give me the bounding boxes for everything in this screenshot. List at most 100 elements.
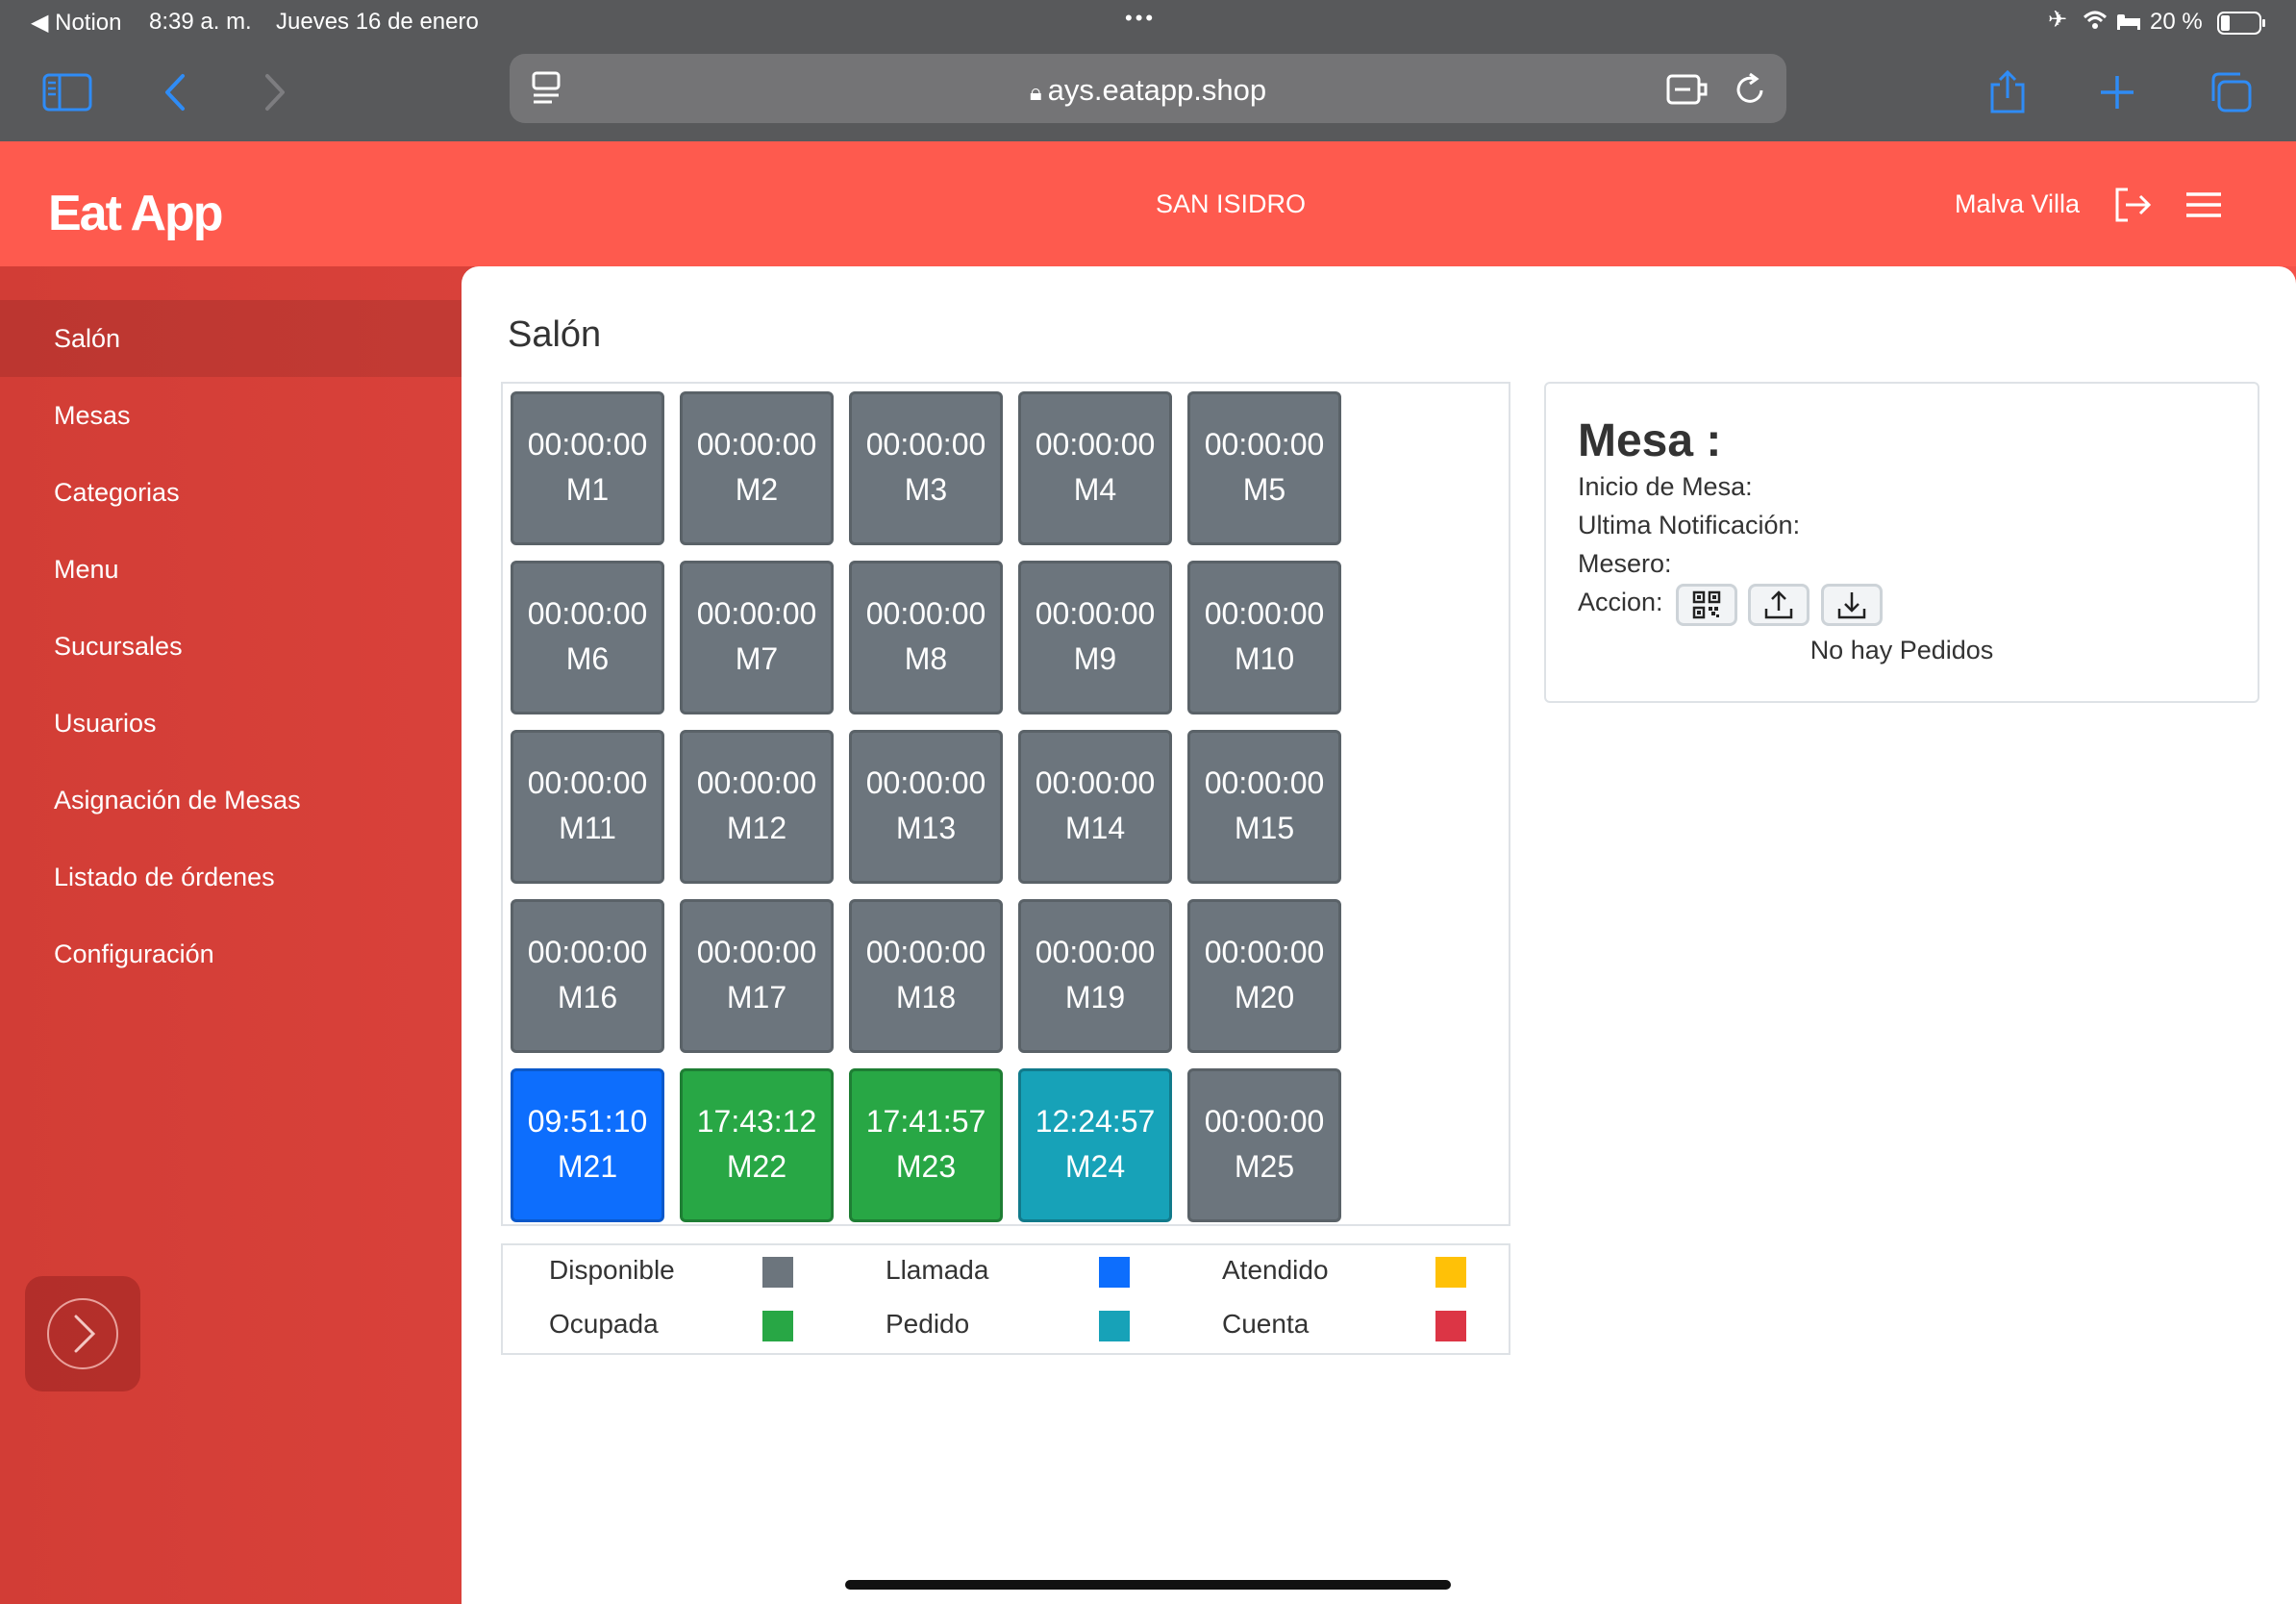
table-tile-m22[interactable]: 17:43:12 M22 [680, 1068, 834, 1222]
table-timer: 00:00:00 [865, 427, 986, 462]
table-name: M13 [895, 811, 957, 845]
table-timer: 00:00:00 [865, 765, 986, 800]
upload-button[interactable] [1748, 584, 1809, 626]
multitasking-dots-icon[interactable]: ••• [1125, 6, 1156, 31]
share-icon[interactable] [1979, 63, 2036, 121]
hamburger-menu-icon[interactable] [2181, 182, 2227, 228]
branch-name: SAN ISIDRO [1155, 189, 1307, 218]
table-tile-m2[interactable]: 00:00:00 M2 [680, 391, 834, 545]
table-name: M12 [726, 811, 787, 845]
table-tile-m14[interactable]: 00:00:00 M14 [1018, 730, 1172, 884]
table-timer: 00:00:00 [865, 935, 986, 969]
table-name: M1 [565, 472, 610, 507]
app-shell: Eat App SAN ISIDRO Malva Villa Salón Mes… [0, 141, 2296, 1604]
table-timer: 00:00:00 [1204, 596, 1325, 631]
table-name: M9 [1073, 641, 1117, 676]
battery-icon [2217, 12, 2267, 41]
ultima-notificacion-label: Ultima Notificación: [1578, 511, 1801, 539]
table-timer: 00:00:00 [527, 935, 648, 969]
table-tile-m11[interactable]: 00:00:00 M11 [511, 730, 664, 884]
home-indicator[interactable] [845, 1580, 1451, 1590]
qr-code-button[interactable] [1676, 584, 1737, 626]
table-tile-m7[interactable]: 00:00:00 M7 [680, 561, 834, 714]
table-tile-m15[interactable]: 00:00:00 M15 [1187, 730, 1341, 884]
detail-title: Mesa : [1578, 415, 1722, 466]
download-button[interactable] [1821, 584, 1883, 626]
wifi-icon [2083, 10, 2108, 38]
table-name: M6 [565, 641, 610, 676]
sidebar-toggle-icon[interactable] [38, 63, 96, 121]
tabs-overview-icon[interactable] [2202, 63, 2259, 121]
reload-icon[interactable] [1733, 71, 1767, 113]
table-name: M2 [735, 472, 779, 507]
sidebar-item-configuracion[interactable]: Configuración [0, 915, 462, 992]
table-timer: 09:51:10 [527, 1104, 648, 1139]
table-timer: 00:00:00 [865, 596, 986, 631]
table-tile-m8[interactable]: 00:00:00 M8 [849, 561, 1003, 714]
table-name: M15 [1234, 811, 1295, 845]
table-tile-m10[interactable]: 00:00:00 M10 [1187, 561, 1341, 714]
legend-label: Ocupada [549, 1309, 659, 1339]
sidebar-item-menu[interactable]: Menu [0, 531, 462, 608]
sidebar-item-categorias[interactable]: Categorias [0, 454, 462, 531]
download-icon [1837, 592, 1866, 619]
table-tile-m18[interactable]: 00:00:00 M18 [849, 899, 1003, 1053]
table-tile-m13[interactable]: 00:00:00 M13 [849, 730, 1003, 884]
new-tab-icon[interactable] [2088, 63, 2146, 121]
table-timer: 00:00:00 [696, 596, 817, 631]
page-title: Salón [508, 314, 602, 355]
table-name: M18 [895, 980, 957, 1015]
extension-icon[interactable] [1665, 71, 1708, 113]
logout-icon[interactable] [2109, 182, 2156, 228]
legend-label: Pedido [886, 1309, 970, 1339]
table-name: M4 [1073, 472, 1117, 507]
legend-label: Atendido [1222, 1255, 1329, 1285]
legend-swatch [762, 1311, 793, 1341]
table-detail-card: Mesa : Inicio de Mesa: Ultima Notificaci… [1544, 382, 2259, 703]
table-name: M24 [1064, 1149, 1126, 1184]
table-tile-m16[interactable]: 00:00:00 M16 [511, 899, 664, 1053]
table-name: M17 [726, 980, 787, 1015]
table-tile-m5[interactable]: 00:00:00 M5 [1187, 391, 1341, 545]
table-tile-m6[interactable]: 00:00:00 M6 [511, 561, 664, 714]
table-timer: 00:00:00 [1035, 427, 1156, 462]
legend-swatch [762, 1257, 793, 1288]
status-date: Jueves 16 de enero [276, 9, 479, 35]
back-icon[interactable] [146, 63, 204, 121]
table-tile-m1[interactable]: 00:00:00 M1 [511, 391, 664, 545]
table-tile-m21[interactable]: 09:51:10 M21 [511, 1068, 664, 1222]
legend-swatch [1099, 1257, 1130, 1288]
sidebar-nav: Salón Mesas Categorias Menu Sucursales U… [0, 300, 462, 992]
table-tile-m3[interactable]: 00:00:00 M3 [849, 391, 1003, 545]
table-name: M22 [726, 1149, 787, 1184]
table-tile-m9[interactable]: 00:00:00 M9 [1018, 561, 1172, 714]
table-tile-m24[interactable]: 12:24:57 M24 [1018, 1068, 1172, 1222]
url-text: ays.eatapp.shop [1047, 73, 1267, 107]
table-name: M8 [904, 641, 948, 676]
table-timer: 00:00:00 [527, 765, 648, 800]
sidebar-item-sucursales[interactable]: Sucursales [0, 608, 462, 685]
table-name: M23 [895, 1149, 957, 1184]
address-bar[interactable]: 🔒︎ ays.eatapp.shop [510, 54, 1786, 123]
table-name: M14 [1064, 811, 1126, 845]
table-tile-m20[interactable]: 00:00:00 M20 [1187, 899, 1341, 1053]
sidebar-item-asignacion-mesas[interactable]: Asignación de Mesas [0, 762, 462, 839]
table-tile-m25[interactable]: 00:00:00 M25 [1187, 1068, 1341, 1222]
status-time: 8:39 a. m. [149, 9, 252, 35]
table-tile-m17[interactable]: 00:00:00 M17 [680, 899, 834, 1053]
sidebar-item-mesas[interactable]: Mesas [0, 377, 462, 454]
sidebar-item-listado-ordenes[interactable]: Listado de órdenes [0, 839, 462, 915]
table-tile-m23[interactable]: 17:41:57 M23 [849, 1068, 1003, 1222]
back-to-app-link[interactable]: ◀ Notion [31, 9, 122, 37]
table-timer: 17:41:57 [865, 1104, 986, 1139]
table-tile-m4[interactable]: 00:00:00 M4 [1018, 391, 1172, 545]
forward-icon[interactable] [246, 63, 304, 121]
expand-button[interactable] [25, 1276, 140, 1391]
sidebar-item-usuarios[interactable]: Usuarios [0, 685, 462, 762]
sidebar-item-salon[interactable]: Salón [0, 300, 462, 377]
table-name: M19 [1064, 980, 1126, 1015]
table-timer: 00:00:00 [1035, 935, 1156, 969]
table-tile-m12[interactable]: 00:00:00 M12 [680, 730, 834, 884]
table-timer: 00:00:00 [1204, 1104, 1325, 1139]
table-tile-m19[interactable]: 00:00:00 M19 [1018, 899, 1172, 1053]
